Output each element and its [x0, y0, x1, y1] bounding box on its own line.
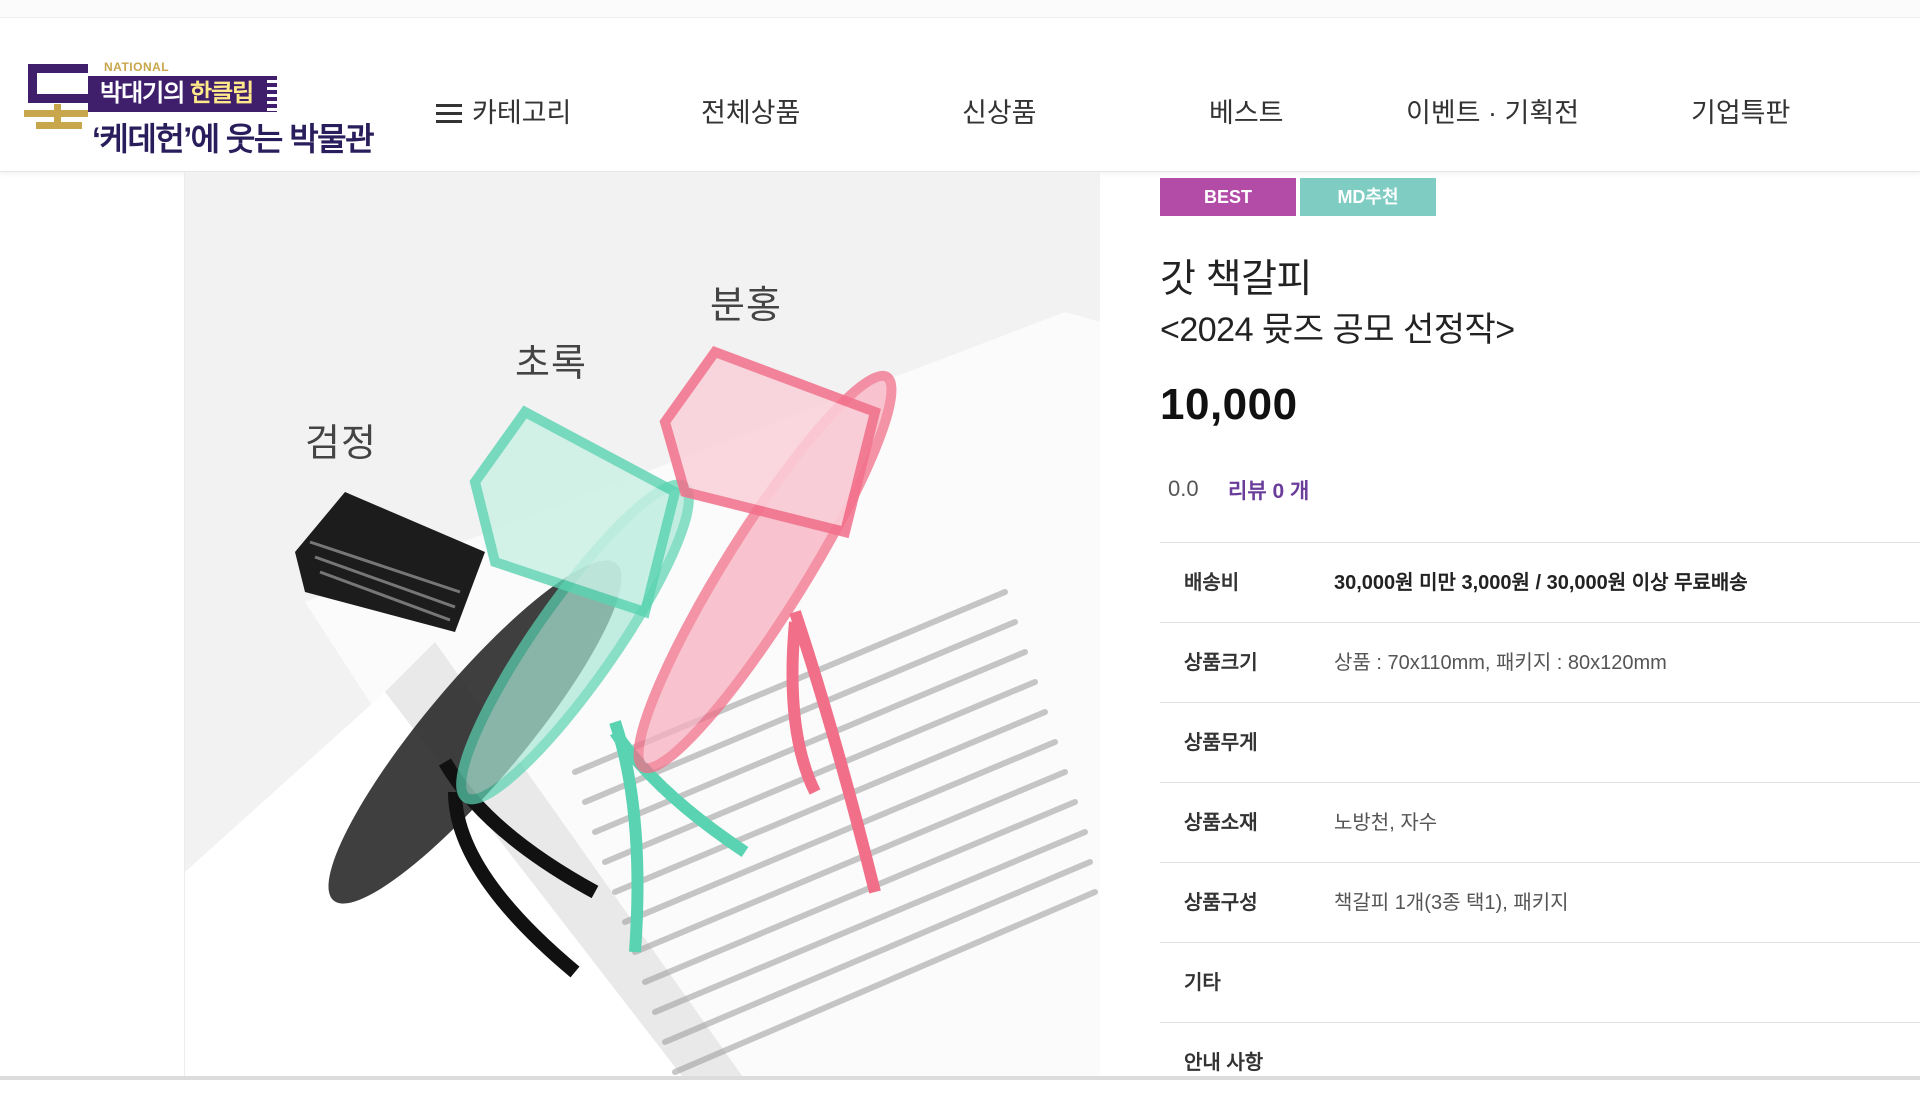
- product-price: 10,000: [1160, 380, 1298, 429]
- spec-label: 상품무게: [1184, 732, 1258, 754]
- label-black: 검정: [305, 423, 377, 465]
- spec-row: 상품크기 상품 : 70x110mm, 패키지 : 80x120mm: [1160, 622, 1920, 702]
- label-green: 초록: [515, 343, 587, 385]
- browser-top-strip: [0, 0, 1920, 18]
- news-logo-icon: [24, 64, 88, 129]
- spec-value: 상품 : 70x110mm, 패키지 : 80x120mm: [1334, 652, 1667, 674]
- nav-events[interactable]: 이벤트 · 기획전: [1406, 88, 1579, 138]
- label-pink: 분홍: [710, 285, 782, 327]
- badge-md-pick: MD추천: [1300, 178, 1436, 216]
- product-name: 갓 책갈피: [1160, 258, 1312, 301]
- spec-value: 30,000원 미만 3,000원 / 30,000원 이상 무료배송: [1334, 572, 1748, 594]
- spec-row: 상품소재 노방천, 자수: [1160, 782, 1920, 862]
- spec-row: 안내 사항: [1160, 1022, 1920, 1102]
- product-image[interactable]: 검정 초록 분홍: [184, 172, 1100, 1080]
- nav-corporate[interactable]: 기업특판: [1691, 88, 1790, 138]
- spec-label: 배송비: [1184, 572, 1240, 594]
- spec-row: 배송비 30,000원 미만 3,000원 / 30,000원 이상 무료배송: [1160, 542, 1920, 622]
- spec-label: 기타: [1184, 972, 1221, 994]
- broadcast-national-label: NATIONAL: [104, 60, 170, 74]
- spec-row: 상품구성 책갈피 1개(3종 택1), 패키지: [1160, 862, 1920, 942]
- bookmark-photo: [185, 312, 1100, 1080]
- rating-score: 0.0: [1168, 476, 1199, 501]
- menu-icon: [436, 104, 462, 124]
- bottom-edge: [0, 1076, 1920, 1080]
- spec-label: 상품구성: [1184, 892, 1258, 914]
- nav-category[interactable]: 카테고리: [436, 88, 571, 138]
- broadcast-title: ‘케데헌’에 웃는 박물관: [92, 121, 375, 157]
- spec-value: 책갈피 1개(3종 택1), 패키지: [1334, 892, 1569, 914]
- spec-label: 안내 사항: [1184, 1052, 1264, 1074]
- spec-row: 상품무게: [1160, 702, 1920, 782]
- nav-category-label: 카테고리: [472, 98, 572, 128]
- broadcast-tag-emph: 한클립: [190, 80, 254, 107]
- broadcast-segment-tag: 박대기의 한클립: [88, 76, 278, 112]
- broadcast-tag-prefix: 박대기의: [100, 80, 185, 107]
- nav-new[interactable]: 신상품: [962, 88, 1037, 138]
- product-subtitle: <2024 뮷즈 공모 선정작>: [1160, 311, 1515, 349]
- nav-all-products[interactable]: 전체상품: [701, 88, 800, 138]
- spec-row: 기타: [1160, 942, 1920, 1022]
- spec-value: 노방천, 자수: [1334, 812, 1438, 834]
- review-link[interactable]: 리뷰 0 개: [1228, 475, 1309, 505]
- spec-label: 상품크기: [1184, 652, 1258, 674]
- broadcast-caption: NATIONAL 박대기의 한클립 ‘케데헌’에 웃는 박물관: [24, 44, 424, 164]
- badge-best: BEST: [1160, 178, 1296, 216]
- nav-best[interactable]: 베스트: [1209, 88, 1284, 138]
- spec-label: 상품소재: [1184, 812, 1258, 834]
- product-info: BEST MD추천 갓 책갈피 <2024 뮷즈 공모 선정작> 10,000 …: [1160, 172, 1920, 1080]
